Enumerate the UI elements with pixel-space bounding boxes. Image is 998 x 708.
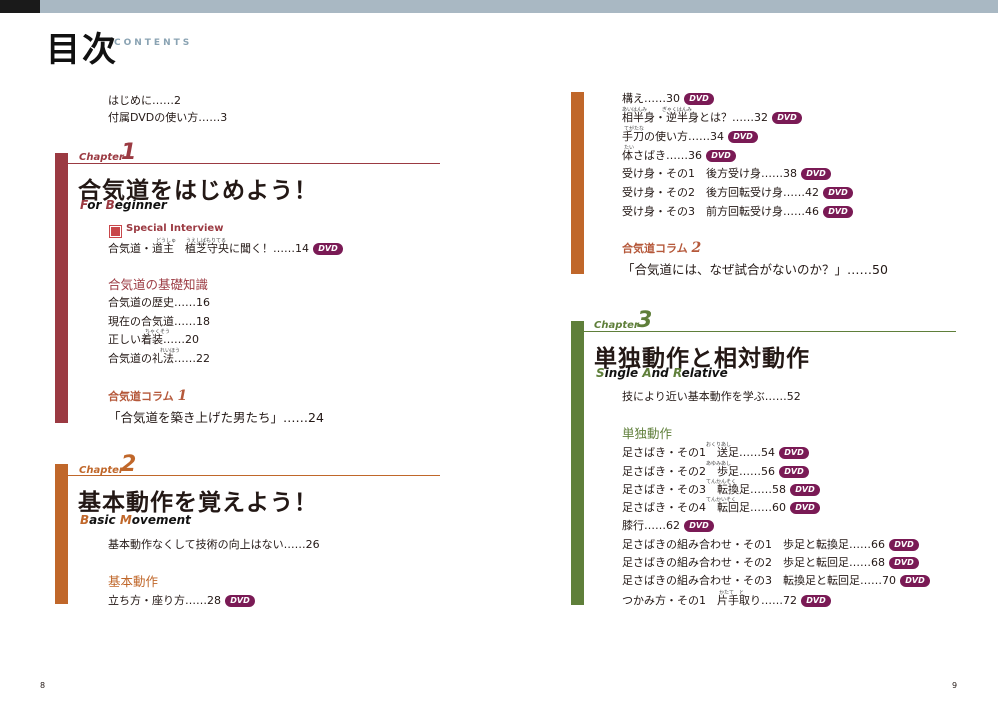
- page-number-right: 9: [952, 681, 958, 690]
- dvd-badge: DVD: [790, 484, 820, 496]
- chapter2-title[interactable]: 基本動作を覚えよう！: [78, 483, 318, 517]
- dvd-badge: DVD: [889, 539, 919, 551]
- toc-entry[interactable]: 技により近い基本動作を学ぶ……52: [622, 390, 801, 404]
- top-band: [0, 0, 998, 13]
- toc-entry[interactable]: 合気道・道主 植芝守央に聞く！……14 DVD: [108, 242, 343, 256]
- toc-entry[interactable]: 正しい着装……20: [108, 333, 199, 347]
- toc-entry[interactable]: 合気道の歴史……16: [108, 296, 210, 310]
- chapter3-label: Chapter: [594, 320, 639, 331]
- chapter2-label: Chapter: [79, 465, 124, 476]
- chapter1-bar: [55, 153, 68, 423]
- section-heading: 単独動作: [622, 426, 673, 441]
- toc-entry[interactable]: 受け身・その2 後方回転受け身……42 DVD: [622, 186, 853, 200]
- section-heading: 基本動作: [108, 574, 159, 589]
- toc-entry[interactable]: 足さばきの組み合わせ・その3 転換足と転回足……70 DVD: [622, 574, 930, 588]
- special-interview-icon: [109, 225, 122, 238]
- chapter2-continued-bar: [571, 92, 584, 274]
- chapter2-english-title: Basic Movement: [80, 513, 191, 527]
- toc-entry[interactable]: 合気道の礼法……22: [108, 352, 210, 366]
- toc-entry[interactable]: 足さばきの組み合わせ・その1 歩足と転換足……66 DVD: [622, 538, 919, 552]
- dvd-badge: DVD: [779, 466, 809, 478]
- section-heading: 合気道の基礎知識: [108, 277, 209, 292]
- dvd-badge: DVD: [706, 150, 736, 162]
- dvd-badge: DVD: [779, 447, 809, 459]
- dvd-badge: DVD: [772, 112, 802, 124]
- toc-entry[interactable]: 基本動作なくして技術の向上はない……26: [108, 538, 320, 552]
- toc-entry[interactable]: はじめに……2: [108, 94, 181, 108]
- chapter2-number: 2: [121, 452, 137, 477]
- toc-entry[interactable]: 足さばき・その2 歩足……56 DVD: [622, 465, 809, 479]
- top-band-dark: [0, 0, 40, 13]
- chapter1-number: 1: [121, 140, 137, 165]
- toc-entry[interactable]: 立ち方・座り方……28 DVD: [108, 594, 255, 608]
- dvd-badge: DVD: [684, 520, 714, 532]
- toc-entry[interactable]: 構え……30 DVD: [622, 92, 714, 106]
- dvd-badge: DVD: [823, 206, 853, 218]
- column-heading: 合気道コラム 2: [622, 240, 702, 256]
- column-entry[interactable]: 「合気道には、なぜ試合がないのか？」……50: [622, 259, 888, 278]
- column-entry[interactable]: 「合気道を築き上げた男たち」……24: [108, 407, 324, 426]
- page-title: 目次: [46, 30, 118, 70]
- column-heading: 合気道コラム 1: [108, 388, 188, 404]
- toc-entry[interactable]: 足さばきの組み合わせ・その2 歩足と転回足……68 DVD: [622, 556, 919, 570]
- dvd-badge: DVD: [313, 243, 343, 255]
- page-number-left: 8: [40, 681, 46, 690]
- toc-entry[interactable]: 受け身・その1 後方受け身……38 DVD: [622, 167, 831, 181]
- chapter3-english-title: Single And Relative: [596, 366, 728, 380]
- dvd-badge: DVD: [684, 93, 714, 105]
- toc-entry[interactable]: 受け身・その3 前方回転受け身……46 DVD: [622, 205, 853, 219]
- dvd-badge: DVD: [889, 557, 919, 569]
- dvd-badge: DVD: [801, 595, 831, 607]
- dvd-badge: DVD: [900, 575, 930, 587]
- dvd-badge: DVD: [225, 595, 255, 607]
- toc-entry[interactable]: 手刀の使い方……34 DVD: [622, 130, 758, 144]
- chapter3-bar: [571, 321, 584, 605]
- chapter1-label: Chapter: [79, 152, 124, 163]
- toc-entry[interactable]: 相半身・逆半身とは？……32 DVD: [622, 111, 802, 125]
- chapter3-number: 3: [637, 308, 653, 333]
- toc-entry[interactable]: 膝行……62 DVD: [622, 519, 714, 533]
- toc-entry[interactable]: 足さばき・その4 転回足……60 DVD: [622, 501, 820, 515]
- chapter2-bar: [55, 464, 68, 604]
- toc-entry[interactable]: 足さばき・その3 転換足……58 DVD: [622, 483, 820, 497]
- dvd-badge: DVD: [790, 502, 820, 514]
- toc-entry[interactable]: つかみ方・その1 片手取り……72 DVD: [622, 594, 831, 608]
- special-interview-label: Special Interview: [126, 223, 224, 234]
- toc-entry[interactable]: 体さばき……36 DVD: [622, 149, 736, 163]
- dvd-badge: DVD: [728, 131, 758, 143]
- page-subtitle: CONTENTS: [114, 38, 193, 48]
- chapter1-english-title: For Beginner: [80, 198, 167, 212]
- toc-entry[interactable]: 付属DVDの使い方……3: [108, 111, 227, 125]
- dvd-badge: DVD: [823, 187, 853, 199]
- toc-entry[interactable]: 現在の合気道……18: [108, 315, 210, 329]
- dvd-badge: DVD: [801, 168, 831, 180]
- toc-entry[interactable]: 足さばき・その1 送足……54 DVD: [622, 446, 809, 460]
